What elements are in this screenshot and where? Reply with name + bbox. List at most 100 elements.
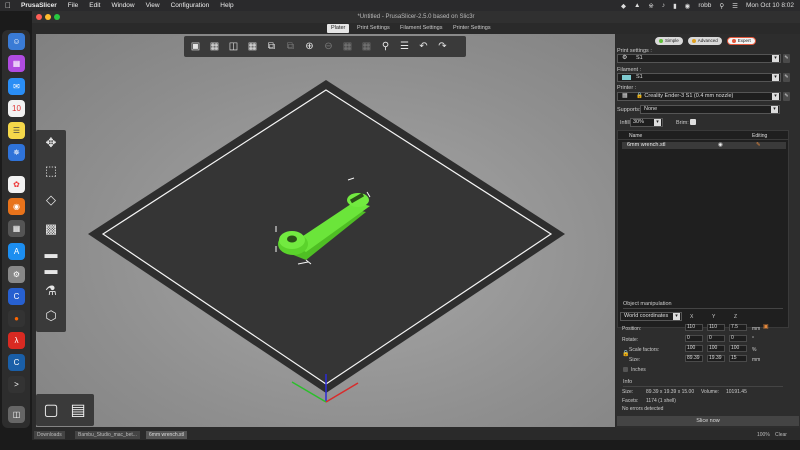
redo-icon[interactable]: ↷	[434, 38, 451, 55]
print-settings-combo[interactable]: ⚙ S1 ▾	[617, 54, 781, 63]
filament-combo[interactable]: S1 ▾	[617, 73, 781, 82]
delete-icon[interactable]: ▦	[206, 38, 223, 55]
mode-advanced[interactable]: Advanced	[687, 37, 722, 45]
variable-layer-height-icon[interactable]: ☰	[396, 38, 413, 55]
col-editing[interactable]: Editing	[752, 133, 767, 139]
rotate-z-input[interactable]: 0	[729, 335, 747, 342]
scale-z-input[interactable]: 100	[729, 345, 747, 352]
tab-bambu-studio[interactable]: Bambu_Studio_mac_bet...	[75, 431, 140, 439]
inches-checkbox[interactable]	[623, 367, 628, 372]
safari-icon[interactable]: ✵	[8, 144, 25, 161]
mode-expert[interactable]: Expert	[726, 37, 756, 45]
drop-to-bed-icon[interactable]: ▣	[763, 323, 769, 330]
support-paint-icon[interactable]: ▬	[39, 258, 63, 280]
move-icon[interactable]: ✥	[39, 132, 63, 154]
mail-icon[interactable]: ✉	[8, 78, 25, 95]
tab-filament-settings[interactable]: Filament Settings	[396, 24, 447, 33]
appstore-icon[interactable]: A	[8, 243, 25, 260]
menu-window[interactable]: Window	[111, 2, 134, 9]
mode-simple[interactable]: Simple	[655, 37, 683, 45]
menu-edit[interactable]: Edit	[89, 2, 100, 9]
acrobat-icon[interactable]: λ	[8, 332, 25, 349]
print-settings-edit-icon[interactable]: ✎	[783, 54, 790, 63]
calculator-icon[interactable]: ▦	[8, 220, 25, 237]
menu-file[interactable]: File	[68, 2, 78, 9]
size-y-input[interactable]: 19.39	[707, 355, 725, 362]
rotate-y-input[interactable]: 0	[707, 335, 725, 342]
bluetooth-icon[interactable]: ※	[648, 2, 653, 10]
zoom-button[interactable]	[54, 14, 60, 20]
split-parts-icon[interactable]: ▦	[358, 38, 375, 55]
user-name[interactable]: robb	[698, 2, 711, 9]
split-objects-icon[interactable]: ▦	[339, 38, 356, 55]
position-y-input[interactable]: 110	[707, 324, 725, 331]
lock-scale-icon[interactable]: 🔒	[622, 350, 629, 357]
preview-icon[interactable]: ▤	[66, 398, 90, 422]
tab-plater[interactable]: Plater	[327, 24, 350, 33]
tab-downloads[interactable]: Downloads	[34, 431, 65, 439]
terminal-icon[interactable]: >	[8, 376, 25, 393]
slice-now-button[interactable]: Slice now	[617, 416, 799, 426]
printer-edit-icon[interactable]: ✎	[783, 92, 790, 101]
photos-icon[interactable]: ✿	[8, 176, 25, 193]
scale-x-input[interactable]: 100	[685, 345, 703, 352]
tab-print-settings[interactable]: Print Settings	[353, 24, 394, 33]
object-list[interactable]: Name Editing 6mm wrench.stl ◉ ✎	[617, 130, 789, 328]
size-x-input[interactable]: 89.39	[685, 355, 703, 362]
minimize-button[interactable]	[45, 14, 51, 20]
shield-icon[interactable]: ▲	[634, 2, 640, 9]
clock[interactable]: Mon Oct 10 8:02	[746, 2, 794, 9]
position-z-input[interactable]: 7.5	[729, 324, 747, 331]
supports-combo[interactable]: None ▾	[640, 105, 780, 114]
col-name[interactable]: Name	[629, 133, 642, 139]
scale-y-input[interactable]: 100	[707, 345, 725, 352]
arrange-icon[interactable]: ▦	[244, 38, 261, 55]
filament-color-swatch[interactable]	[622, 75, 631, 80]
rotate-x-input[interactable]: 0	[685, 335, 703, 342]
prusaslicer-icon[interactable]: ●	[8, 310, 25, 327]
search-icon[interactable]: ⚲	[719, 2, 724, 10]
clear-button[interactable]: Clear	[772, 431, 790, 439]
cura-alt-icon[interactable]: C	[8, 354, 25, 371]
finder-icon[interactable]: ☺	[8, 33, 25, 50]
settings-icon[interactable]: ⚙	[8, 266, 25, 283]
add-icon[interactable]: ▣	[187, 38, 204, 55]
apple-menu-icon[interactable]: 	[5, 1, 13, 10]
launchpad-icon[interactable]: ▦	[8, 55, 25, 72]
remove-instance-icon[interactable]: ⊖	[320, 38, 337, 55]
menu-help[interactable]: Help	[220, 2, 233, 9]
firefox-icon[interactable]: ◉	[8, 198, 25, 215]
dropbox-icon[interactable]: ◆	[621, 2, 626, 10]
wifi-icon[interactable]: ◉	[685, 2, 691, 10]
seam-paint-icon[interactable]: ⚗	[39, 280, 63, 302]
scale-icon[interactable]: ⬚	[39, 160, 63, 182]
size-z-input[interactable]: 15	[729, 355, 747, 362]
add-instance-icon[interactable]: ⊕	[301, 38, 318, 55]
brim-checkbox[interactable]	[690, 119, 696, 125]
3d-viewport[interactable]	[36, 34, 615, 427]
trash-icon[interactable]: ◫	[8, 406, 25, 423]
rotate-icon[interactable]: ◇	[39, 189, 63, 211]
tab-6mm-wrench[interactable]: 6mm wrench.stl	[146, 431, 188, 439]
eye-icon[interactable]: ◉	[718, 142, 723, 149]
undo-icon[interactable]: ↶	[415, 38, 432, 55]
control-center-icon[interactable]: ☰	[732, 2, 738, 10]
measure-icon[interactable]: ⬡	[39, 305, 63, 327]
menu-configuration[interactable]: Configuration	[171, 2, 210, 9]
filament-edit-icon[interactable]: ✎	[783, 73, 790, 82]
notes-icon[interactable]: ☰	[8, 122, 25, 139]
menu-view[interactable]: View	[146, 2, 160, 9]
printer-combo[interactable]: ▦ 🔒 Creality Ender-3 S1 (0.4 mm nozzle) ▾	[617, 92, 781, 101]
close-button[interactable]	[36, 14, 42, 20]
search-icon[interactable]: ⚲	[377, 38, 394, 55]
sound-icon[interactable]: ♪	[662, 2, 665, 9]
coordinates-combo[interactable]: World coordinates ▾	[620, 312, 682, 321]
object-row[interactable]: 6mm wrench.stl ◉ ✎	[622, 142, 786, 149]
copy-icon[interactable]: ⧉	[263, 38, 280, 55]
bed-scene[interactable]	[36, 34, 615, 427]
battery-icon[interactable]: ▮	[673, 2, 677, 10]
tab-printer-settings[interactable]: Printer Settings	[449, 24, 495, 33]
calendar-icon[interactable]: 10	[8, 100, 25, 117]
paste-icon[interactable]: ⧉	[282, 38, 299, 55]
edit-icon[interactable]: ✎	[756, 142, 761, 149]
